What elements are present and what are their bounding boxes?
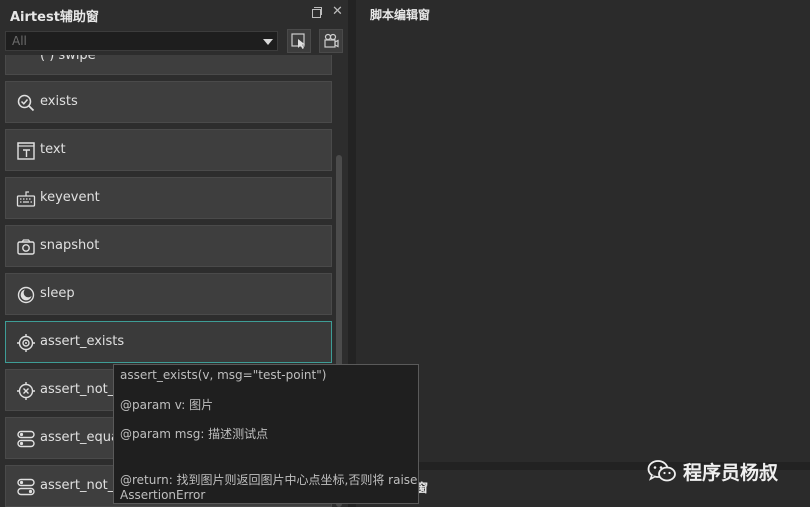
wechat-icon	[647, 460, 676, 482]
api-item-label: keyevent	[40, 190, 100, 205]
editor-title: 脚本编辑窗	[370, 8, 431, 22]
tooltip-signature: assert_exists(v, msg="test-point")	[120, 368, 327, 382]
camera-icon	[17, 239, 35, 255]
tooltip-param-v: @param v: 图片	[120, 398, 214, 412]
restore-icon[interactable]	[311, 6, 323, 18]
chevron-down-icon	[263, 39, 273, 45]
api-item-label: exists	[40, 94, 78, 109]
api-item-label: assert_not_e	[40, 382, 123, 397]
toggle-not-equal-icon	[17, 478, 35, 496]
api-item-text[interactable]: text	[5, 129, 332, 171]
select-element-button[interactable]	[287, 29, 311, 53]
watermark: 程序员杨叔	[645, 455, 805, 485]
filter-value: All	[12, 34, 27, 48]
moon-icon	[17, 286, 35, 304]
api-item-label: assert_exists	[40, 334, 125, 349]
api-item-label: snapshot	[40, 238, 100, 253]
api-tooltip: assert_exists(v, msg="test-point") @para…	[113, 364, 419, 504]
watermark-text: 程序员杨叔	[683, 462, 779, 484]
api-item-label: ( ) swipe	[40, 55, 96, 63]
api-item-label: assert_equal	[40, 430, 123, 445]
video-camera-icon	[324, 33, 339, 48]
target-icon	[17, 334, 35, 352]
tooltip-return: @return: 找到图片则返回图片中心点坐标,否则将 raise	[120, 473, 418, 487]
keyboard-icon	[16, 191, 36, 207]
text-box-icon	[17, 142, 35, 160]
panel-title: Airtest辅助窗	[10, 10, 99, 25]
api-item-label: assert_not_e	[40, 478, 123, 493]
api-item-assert-exists[interactable]: assert_exists	[5, 321, 332, 363]
api-item-snapshot[interactable]: snapshot	[5, 225, 332, 267]
tooltip-return-error: AssertionError	[120, 488, 206, 502]
panel-header: Airtest辅助窗 ✕	[0, 0, 348, 28]
close-icon[interactable]: ✕	[332, 5, 344, 18]
check-magnifier-icon	[17, 94, 35, 112]
circle-x-icon	[17, 382, 35, 400]
toggle-equal-icon	[17, 430, 35, 448]
api-item-swipe[interactable]: ( ) swipe	[5, 55, 332, 75]
tooltip-param-msg: @param msg: 描述测试点	[120, 427, 269, 441]
api-item-label: text	[40, 142, 66, 157]
filter-row: All	[0, 28, 348, 54]
record-button[interactable]	[319, 29, 343, 53]
script-editor-panel[interactable]: 脚本编辑窗	[356, 0, 810, 462]
filter-dropdown[interactable]: All	[5, 31, 278, 51]
cursor-select-icon	[291, 33, 305, 49]
api-item-sleep[interactable]: sleep	[5, 273, 332, 315]
api-item-keyevent[interactable]: keyevent	[5, 177, 332, 219]
api-item-label: sleep	[40, 286, 75, 301]
api-item-exists[interactable]: exists	[5, 81, 332, 123]
